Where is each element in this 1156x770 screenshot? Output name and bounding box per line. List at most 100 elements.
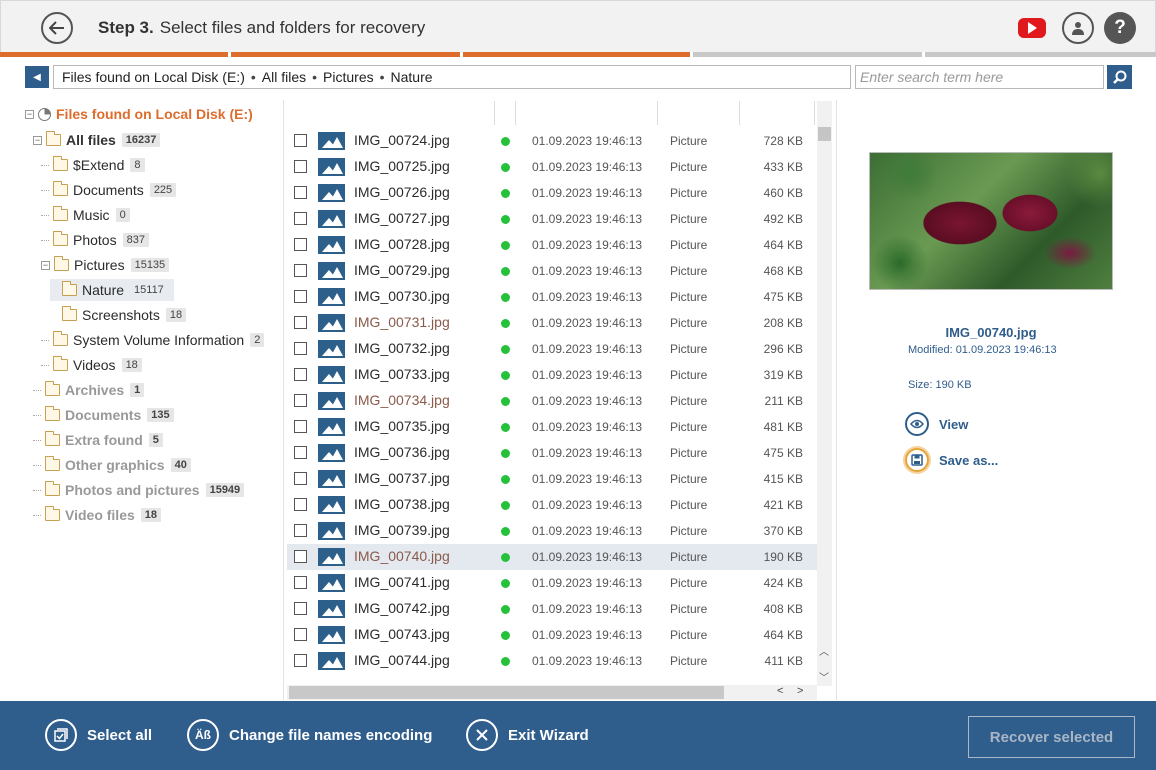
scroll-left-icon[interactable]: < bbox=[777, 685, 783, 697]
file-row[interactable]: IMG_00729.jpg 01.09.2023 19:46:13 Pictur… bbox=[287, 258, 817, 284]
file-row[interactable]: IMG_00730.jpg 01.09.2023 19:46:13 Pictur… bbox=[287, 284, 817, 310]
file-size: 296 KB bbox=[763, 342, 803, 356]
file-size: 464 KB bbox=[763, 628, 803, 642]
file-type: Picture bbox=[670, 212, 708, 226]
file-row[interactable]: IMG_00726.jpg 01.09.2023 19:46:13 Pictur… bbox=[287, 180, 817, 206]
search-input[interactable]: Enter search term here bbox=[855, 65, 1104, 89]
exit-wizard-button[interactable]: Exit Wizard bbox=[466, 718, 589, 752]
tree-group-video-files[interactable]: Video files 18 bbox=[33, 504, 162, 526]
save-as-button[interactable]: Save as... bbox=[905, 447, 998, 473]
file-row[interactable]: IMG_00737.jpg 01.09.2023 19:46:13 Pictur… bbox=[287, 466, 817, 492]
file-row[interactable]: IMG_00728.jpg 01.09.2023 19:46:13 Pictur… bbox=[287, 232, 817, 258]
count-badge: 16237 bbox=[121, 133, 161, 147]
recover-selected-button[interactable]: Recover selected bbox=[968, 716, 1135, 758]
file-row[interactable]: IMG_00732.jpg 01.09.2023 19:46:13 Pictur… bbox=[287, 336, 817, 362]
file-row[interactable]: IMG_00741.jpg 01.09.2023 19:46:13 Pictur… bbox=[287, 570, 817, 596]
scroll-down-icon[interactable]: ﹀ bbox=[819, 669, 829, 684]
row-checkbox[interactable] bbox=[294, 602, 307, 615]
row-checkbox[interactable] bbox=[294, 134, 307, 147]
horizontal-scrollbar[interactable]: < > bbox=[287, 685, 817, 700]
scroll-right-icon[interactable]: > bbox=[797, 685, 803, 697]
collapse-icon[interactable]: − bbox=[41, 260, 50, 270]
file-row[interactable]: IMG_00725.jpg 01.09.2023 19:46:13 Pictur… bbox=[287, 154, 817, 180]
row-checkbox[interactable] bbox=[294, 238, 307, 251]
tree-item-all-files[interactable]: − All files 16237 bbox=[33, 129, 161, 151]
preview-size: Size: 190 KB bbox=[908, 379, 972, 391]
file-name: IMG_00725.jpg bbox=[354, 158, 450, 174]
file-row[interactable]: IMG_00739.jpg 01.09.2023 19:46:13 Pictur… bbox=[287, 518, 817, 544]
row-checkbox[interactable] bbox=[294, 654, 307, 667]
row-checkbox[interactable] bbox=[294, 628, 307, 641]
tree-group-extra-found[interactable]: Extra found 5 bbox=[33, 429, 163, 451]
scroll-thumb[interactable] bbox=[818, 127, 831, 141]
breadcrumb-all-files[interactable]: All files bbox=[262, 69, 306, 85]
row-checkbox[interactable] bbox=[294, 576, 307, 589]
tree-root[interactable]: − Files found on Local Disk (E:) bbox=[25, 103, 253, 125]
youtube-icon[interactable] bbox=[1018, 18, 1046, 38]
file-row[interactable]: IMG_00744.jpg 01.09.2023 19:46:13 Pictur… bbox=[287, 648, 817, 674]
file-type: Picture bbox=[670, 342, 708, 356]
tree-item-pictures[interactable]: − Pictures 15135 bbox=[41, 254, 170, 276]
row-checkbox[interactable] bbox=[294, 498, 307, 511]
collapse-icon[interactable]: − bbox=[25, 109, 34, 119]
row-checkbox[interactable] bbox=[294, 524, 307, 537]
file-row[interactable]: IMG_00740.jpg 01.09.2023 19:46:13 Pictur… bbox=[287, 544, 817, 570]
tree-item-screenshots[interactable]: Screenshots 18 bbox=[50, 304, 187, 326]
scroll-thumb[interactable] bbox=[289, 686, 724, 699]
collapse-icon[interactable]: − bbox=[33, 135, 42, 145]
tree-item-system-volume-information[interactable]: System Volume Information 2 bbox=[41, 329, 265, 351]
row-checkbox[interactable] bbox=[294, 264, 307, 277]
tree-item-videos[interactable]: Videos 18 bbox=[41, 354, 142, 376]
row-checkbox[interactable] bbox=[294, 420, 307, 433]
back-button[interactable] bbox=[41, 12, 73, 44]
tree-group-documents[interactable]: Documents 135 bbox=[33, 404, 174, 426]
change-encoding-button[interactable]: Äß Change file names encoding bbox=[187, 718, 432, 752]
tree-item-nature[interactable]: Nature 15117 bbox=[50, 279, 174, 301]
image-file-icon bbox=[318, 314, 345, 332]
file-row[interactable]: IMG_00724.jpg 01.09.2023 19:46:13 Pictur… bbox=[287, 128, 817, 154]
file-row[interactable]: IMG_00743.jpg 01.09.2023 19:46:13 Pictur… bbox=[287, 622, 817, 648]
file-row[interactable]: IMG_00727.jpg 01.09.2023 19:46:13 Pictur… bbox=[287, 206, 817, 232]
file-list-header[interactable] bbox=[287, 101, 815, 125]
tree-item-documents[interactable]: Documents 225 bbox=[41, 179, 177, 201]
file-row[interactable]: IMG_00731.jpg 01.09.2023 19:46:13 Pictur… bbox=[287, 310, 817, 336]
row-checkbox[interactable] bbox=[294, 550, 307, 563]
collapse-tree-button[interactable]: ◀ bbox=[25, 66, 49, 88]
breadcrumb-nature[interactable]: Nature bbox=[391, 69, 433, 85]
search-button[interactable] bbox=[1107, 65, 1132, 89]
tree-item-photos[interactable]: Photos 837 bbox=[41, 229, 149, 251]
row-checkbox[interactable] bbox=[294, 368, 307, 381]
file-size: 728 KB bbox=[763, 134, 803, 148]
file-row[interactable]: IMG_00736.jpg 01.09.2023 19:46:13 Pictur… bbox=[287, 440, 817, 466]
file-row[interactable]: IMG_00738.jpg 01.09.2023 19:46:13 Pictur… bbox=[287, 492, 817, 518]
select-all-button[interactable]: Select all bbox=[45, 718, 152, 752]
row-checkbox[interactable] bbox=[294, 290, 307, 303]
view-button[interactable]: View bbox=[905, 411, 968, 437]
tree-item-music[interactable]: Music 0 bbox=[41, 204, 130, 226]
select-all-icon bbox=[45, 719, 77, 751]
row-checkbox[interactable] bbox=[294, 394, 307, 407]
tree-item-extend[interactable]: $Extend 8 bbox=[41, 154, 145, 176]
account-button[interactable] bbox=[1062, 12, 1094, 44]
tree-group-photos-and-pictures[interactable]: Photos and pictures 15949 bbox=[33, 479, 245, 501]
file-row[interactable]: IMG_00733.jpg 01.09.2023 19:46:13 Pictur… bbox=[287, 362, 817, 388]
file-row[interactable]: IMG_00742.jpg 01.09.2023 19:46:13 Pictur… bbox=[287, 596, 817, 622]
row-checkbox[interactable] bbox=[294, 446, 307, 459]
breadcrumb-root[interactable]: Files found on Local Disk (E:) bbox=[62, 69, 245, 85]
file-name: IMG_00724.jpg bbox=[354, 132, 450, 148]
tree-group-archives[interactable]: Archives 1 bbox=[33, 379, 145, 401]
row-checkbox[interactable] bbox=[294, 186, 307, 199]
tree-group-other-graphics[interactable]: Other graphics 40 bbox=[33, 454, 191, 476]
vertical-scrollbar[interactable]: ︿ ﹀ bbox=[817, 101, 832, 686]
breadcrumb-pictures[interactable]: Pictures bbox=[323, 69, 374, 85]
row-checkbox[interactable] bbox=[294, 316, 307, 329]
file-row[interactable]: IMG_00735.jpg 01.09.2023 19:46:13 Pictur… bbox=[287, 414, 817, 440]
help-button[interactable]: ? bbox=[1104, 12, 1136, 44]
scroll-up-icon[interactable]: ︿ bbox=[819, 643, 829, 658]
row-checkbox[interactable] bbox=[294, 212, 307, 225]
row-checkbox[interactable] bbox=[294, 160, 307, 173]
file-row[interactable]: IMG_00734.jpg 01.09.2023 19:46:13 Pictur… bbox=[287, 388, 817, 414]
file-size: 492 KB bbox=[763, 212, 803, 226]
row-checkbox[interactable] bbox=[294, 472, 307, 485]
row-checkbox[interactable] bbox=[294, 342, 307, 355]
